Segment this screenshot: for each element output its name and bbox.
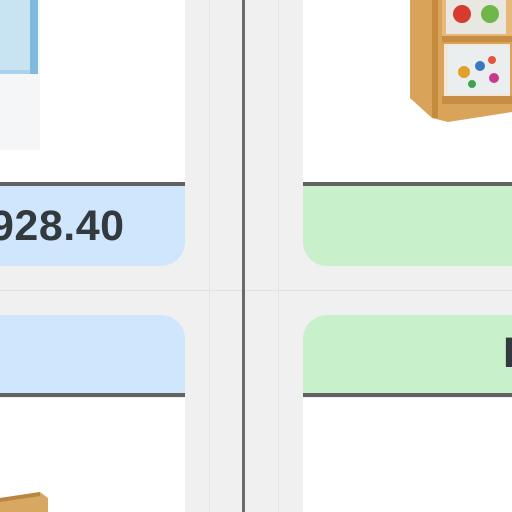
- left-price-label: 928.40: [0, 201, 125, 250]
- row-separator: [0, 290, 512, 291]
- left-product-photo[interactable]: [0, 0, 60, 160]
- right-lower-rule: [303, 393, 512, 397]
- right-lower-label: I: [503, 329, 512, 377]
- gutter-line: [278, 0, 279, 512]
- right-lower-tag: I: [303, 315, 512, 394]
- left-price-tag: 928.40: [0, 186, 185, 266]
- left-lower-tag: [0, 315, 185, 394]
- gutter-line: [209, 0, 210, 512]
- right-product-photo[interactable]: [408, 0, 512, 124]
- left-lower-product-photo[interactable]: [0, 488, 52, 512]
- left-lower-rule: [0, 393, 185, 397]
- column-divider: [242, 0, 245, 512]
- right-price-tag: [303, 186, 512, 266]
- right-lower-image-area[interactable]: [303, 398, 512, 512]
